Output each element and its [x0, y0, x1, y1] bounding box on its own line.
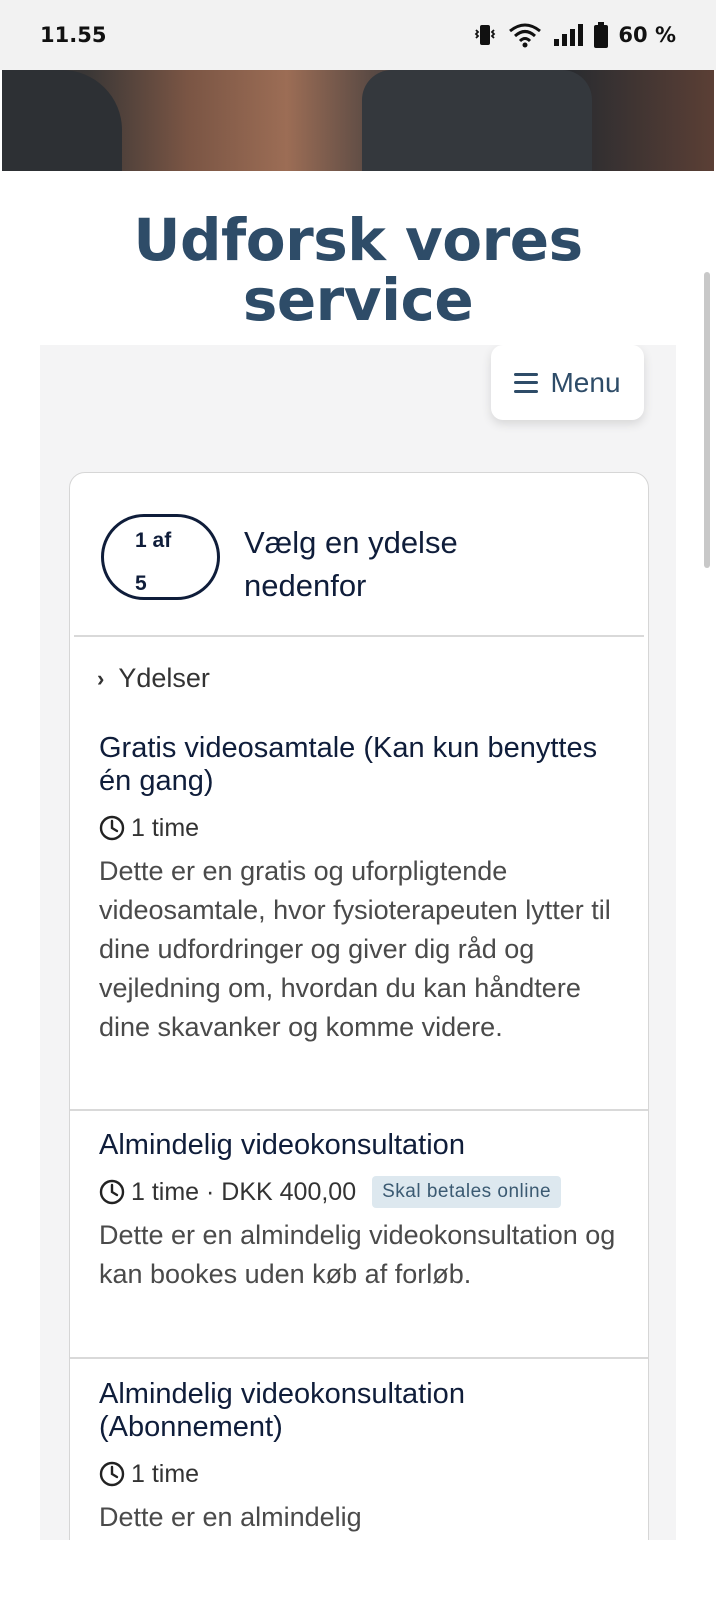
divider: [70, 1109, 648, 1111]
chevron-right-icon: ›: [97, 665, 105, 691]
menu-button-label: Menu: [550, 366, 621, 398]
service-meta: 1 time: [99, 1458, 619, 1490]
service-item-gratis-videosamtale[interactable]: Gratis videosamtale (Kan kun benyttes én…: [99, 732, 619, 1047]
step-indicator-line-1: 1 af: [135, 529, 172, 552]
payment-badge: Skal betales online: [372, 1176, 562, 1208]
step-indicator-line-2: 5: [135, 572, 147, 595]
menu-button[interactable]: Menu: [491, 345, 644, 420]
service-duration: 1 time: [131, 1459, 200, 1488]
service-card: 1 af 5 Vælg en ydelse nedenfor › Ydelser…: [69, 472, 649, 1540]
wifi-icon: [509, 23, 542, 48]
service-description: Dette er en almindelig: [99, 1502, 362, 1532]
battery-icon: [594, 22, 609, 48]
page-title: Udforsk vores service: [0, 210, 716, 330]
booking-widget: Menu 1 af 5 Vælg en ydelse nedenfor › Yd…: [40, 345, 676, 1540]
hamburger-icon: [514, 372, 539, 393]
service-meta: 1 time: [99, 812, 619, 844]
service-meta: 1 time · DKK 400,00 Skal betales online: [99, 1176, 619, 1208]
service-item-almindelig-videokonsultation-abonnement[interactable]: Almindelig videokonsultation (Abonnement…: [99, 1378, 619, 1537]
clock-icon: [99, 1461, 125, 1487]
hero-image: [2, 70, 714, 171]
page-title-line-1: Udforsk vores: [133, 206, 583, 274]
battery-percent: 60 %: [618, 23, 676, 47]
divider: [74, 635, 644, 637]
vibrate-icon: [475, 25, 496, 45]
status-bar: 11.55 60 %: [0, 0, 716, 70]
breadcrumb-label: Ydelser: [118, 663, 210, 693]
status-icons: 60 %: [472, 22, 676, 48]
page-title-line-2: service: [242, 266, 474, 334]
step-indicator: 1 af 5: [101, 514, 220, 600]
clock-icon: [99, 1179, 125, 1205]
service-title: Almindelig videokonsultation: [99, 1129, 465, 1161]
divider: [70, 1357, 648, 1359]
status-time: 11.55: [40, 23, 107, 47]
service-description: Dette er en gratis og uforpligtende vide…: [99, 856, 611, 1042]
service-item-almindelig-videokonsultation[interactable]: Almindelig videokonsultation 1 time · DK…: [99, 1129, 619, 1294]
service-duration: 1 time: [131, 813, 200, 842]
step-title: Vælg en ydelse nedenfor: [244, 525, 458, 603]
breadcrumb[interactable]: › Ydelser: [97, 663, 210, 694]
page-scrollbar[interactable]: [704, 272, 710, 568]
signal-icon: [554, 24, 584, 46]
service-title: Almindelig videokonsultation (Abonnement…: [99, 1378, 465, 1443]
service-title: Gratis videosamtale (Kan kun benyttes én…: [99, 732, 598, 797]
service-duration-price: 1 time · DKK 400,00: [131, 1177, 357, 1206]
clock-icon: [99, 815, 125, 841]
service-description: Dette er en almindelig videokonsultation…: [99, 1220, 616, 1289]
